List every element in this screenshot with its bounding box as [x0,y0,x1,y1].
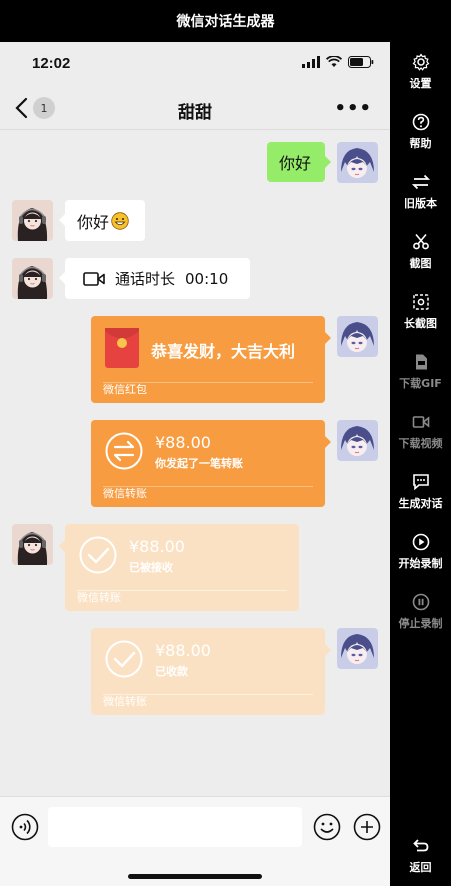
status-icons [302,56,374,68]
avatar-self [337,420,378,461]
plus-icon[interactable] [353,813,381,841]
transfer-footer: 微信转账 [103,695,147,708]
transfer-note: 已被接收 [129,561,173,574]
settings-button[interactable]: 设置 [390,53,451,91]
avatar-contact [12,200,53,241]
red-packet-footer: 微信红包 [103,383,147,396]
tool-sidebar: 设置 帮助 旧版本 截图 长截图 下载GIF 下载视频 生成对话 开始录制 停止… [390,42,451,886]
transfer-received-card: ¥88.00 已被接收 微信转账 [65,524,299,611]
avatar-self [337,628,378,669]
battery-icon [348,56,374,68]
swap-arrows-icon [411,174,430,190]
return-arrow-icon [412,839,428,852]
transfer-footer: 微信转账 [103,487,147,500]
wifi-icon [326,56,342,67]
cellular-signal-icon [302,56,320,68]
gear-icon [412,53,429,71]
download-video-label: 下载视频 [398,437,443,450]
check-circle-icon [79,536,117,574]
video-call-icon [83,271,105,286]
gif-file-icon [415,354,427,370]
message-input[interactable] [48,807,302,847]
pause-circle-icon [412,593,429,611]
generate-dialog-label: 生成对话 [398,497,443,510]
check-circle-icon [105,640,143,678]
transfer-note: 已收款 [155,665,188,678]
long-screenshot-button[interactable]: 长截图 [390,293,451,331]
start-record-button[interactable]: 开始录制 [390,533,451,571]
call-duration: 00:10 [185,269,229,288]
stop-record-label: 停止录制 [398,617,443,630]
start-record-label: 开始录制 [398,557,443,570]
grinning-face-emoji-icon [111,211,129,230]
message-text: 你好 [279,154,312,173]
download-gif-button[interactable]: 下载GIF [390,353,451,391]
avatar-self [337,316,378,357]
avatar-self [337,142,378,183]
call-record-bubble: 通话时长 00:10 [65,258,250,299]
avatar-contact [12,258,53,299]
status-bar: 12:02 [0,42,390,86]
scissors-icon [412,233,429,250]
voice-input-icon[interactable] [11,813,39,841]
transfer-amount: ¥88.00 [155,433,211,452]
input-bar [0,796,390,886]
red-packet-card: 恭喜发财，大吉大利 微信红包 [91,316,325,403]
video-camera-icon [412,416,429,428]
play-circle-icon [412,533,429,551]
long-screenshot-icon [412,294,429,310]
return-button[interactable]: 返回 [390,837,451,875]
status-time: 12:02 [32,55,71,72]
transfer-arrows-icon [105,432,143,470]
transfer-amount: ¥88.00 [155,641,211,660]
settings-label: 设置 [409,77,432,90]
transfer-footer: 微信转账 [77,591,121,604]
screenshot-button[interactable]: 截图 [390,233,451,271]
return-label: 返回 [409,861,432,874]
chat-title: 甜甜 [178,103,212,123]
chat-bubble-icon [412,474,429,491]
transfer-note: 你发起了一笔转账 [155,457,243,470]
question-circle-icon [412,113,429,131]
long-screenshot-label: 长截图 [404,317,437,330]
phone-preview: 12:02 1 甜甜 ••• 你好 你好 通话时长 00:10 恭喜发财，大吉大… [0,42,390,886]
chat-header: 1 甜甜 ••• [0,86,390,130]
home-indicator [128,874,262,879]
help-label: 帮助 [409,137,432,150]
screenshot-label: 截图 [409,257,432,270]
app-title: 微信对话生成器 [0,0,451,42]
more-options-button[interactable]: ••• [334,98,372,119]
message-text: 你好 [77,212,110,232]
message-bubble-outgoing: 你好 [267,142,325,182]
generate-dialog-button[interactable]: 生成对话 [390,473,451,511]
transfer-card: ¥88.00 你发起了一笔转账 微信转账 [91,420,325,507]
transfer-received-card: ¥88.00 已收款 微信转账 [91,628,325,715]
emoji-icon[interactable] [313,813,341,841]
download-gif-label: 下载GIF [399,377,442,390]
transfer-amount: ¥88.00 [129,537,185,556]
message-bubble-incoming: 你好 [65,200,145,241]
avatar-contact [12,524,53,565]
old-version-button[interactable]: 旧版本 [390,173,451,211]
stop-record-button[interactable]: 停止录制 [390,593,451,631]
help-button[interactable]: 帮助 [390,113,451,151]
download-video-button[interactable]: 下载视频 [390,413,451,451]
old-version-label: 旧版本 [404,197,437,210]
red-packet-text: 恭喜发财，大吉大利 [151,342,296,361]
red-envelope-icon [105,328,139,368]
call-label: 通话时长 [115,270,176,288]
